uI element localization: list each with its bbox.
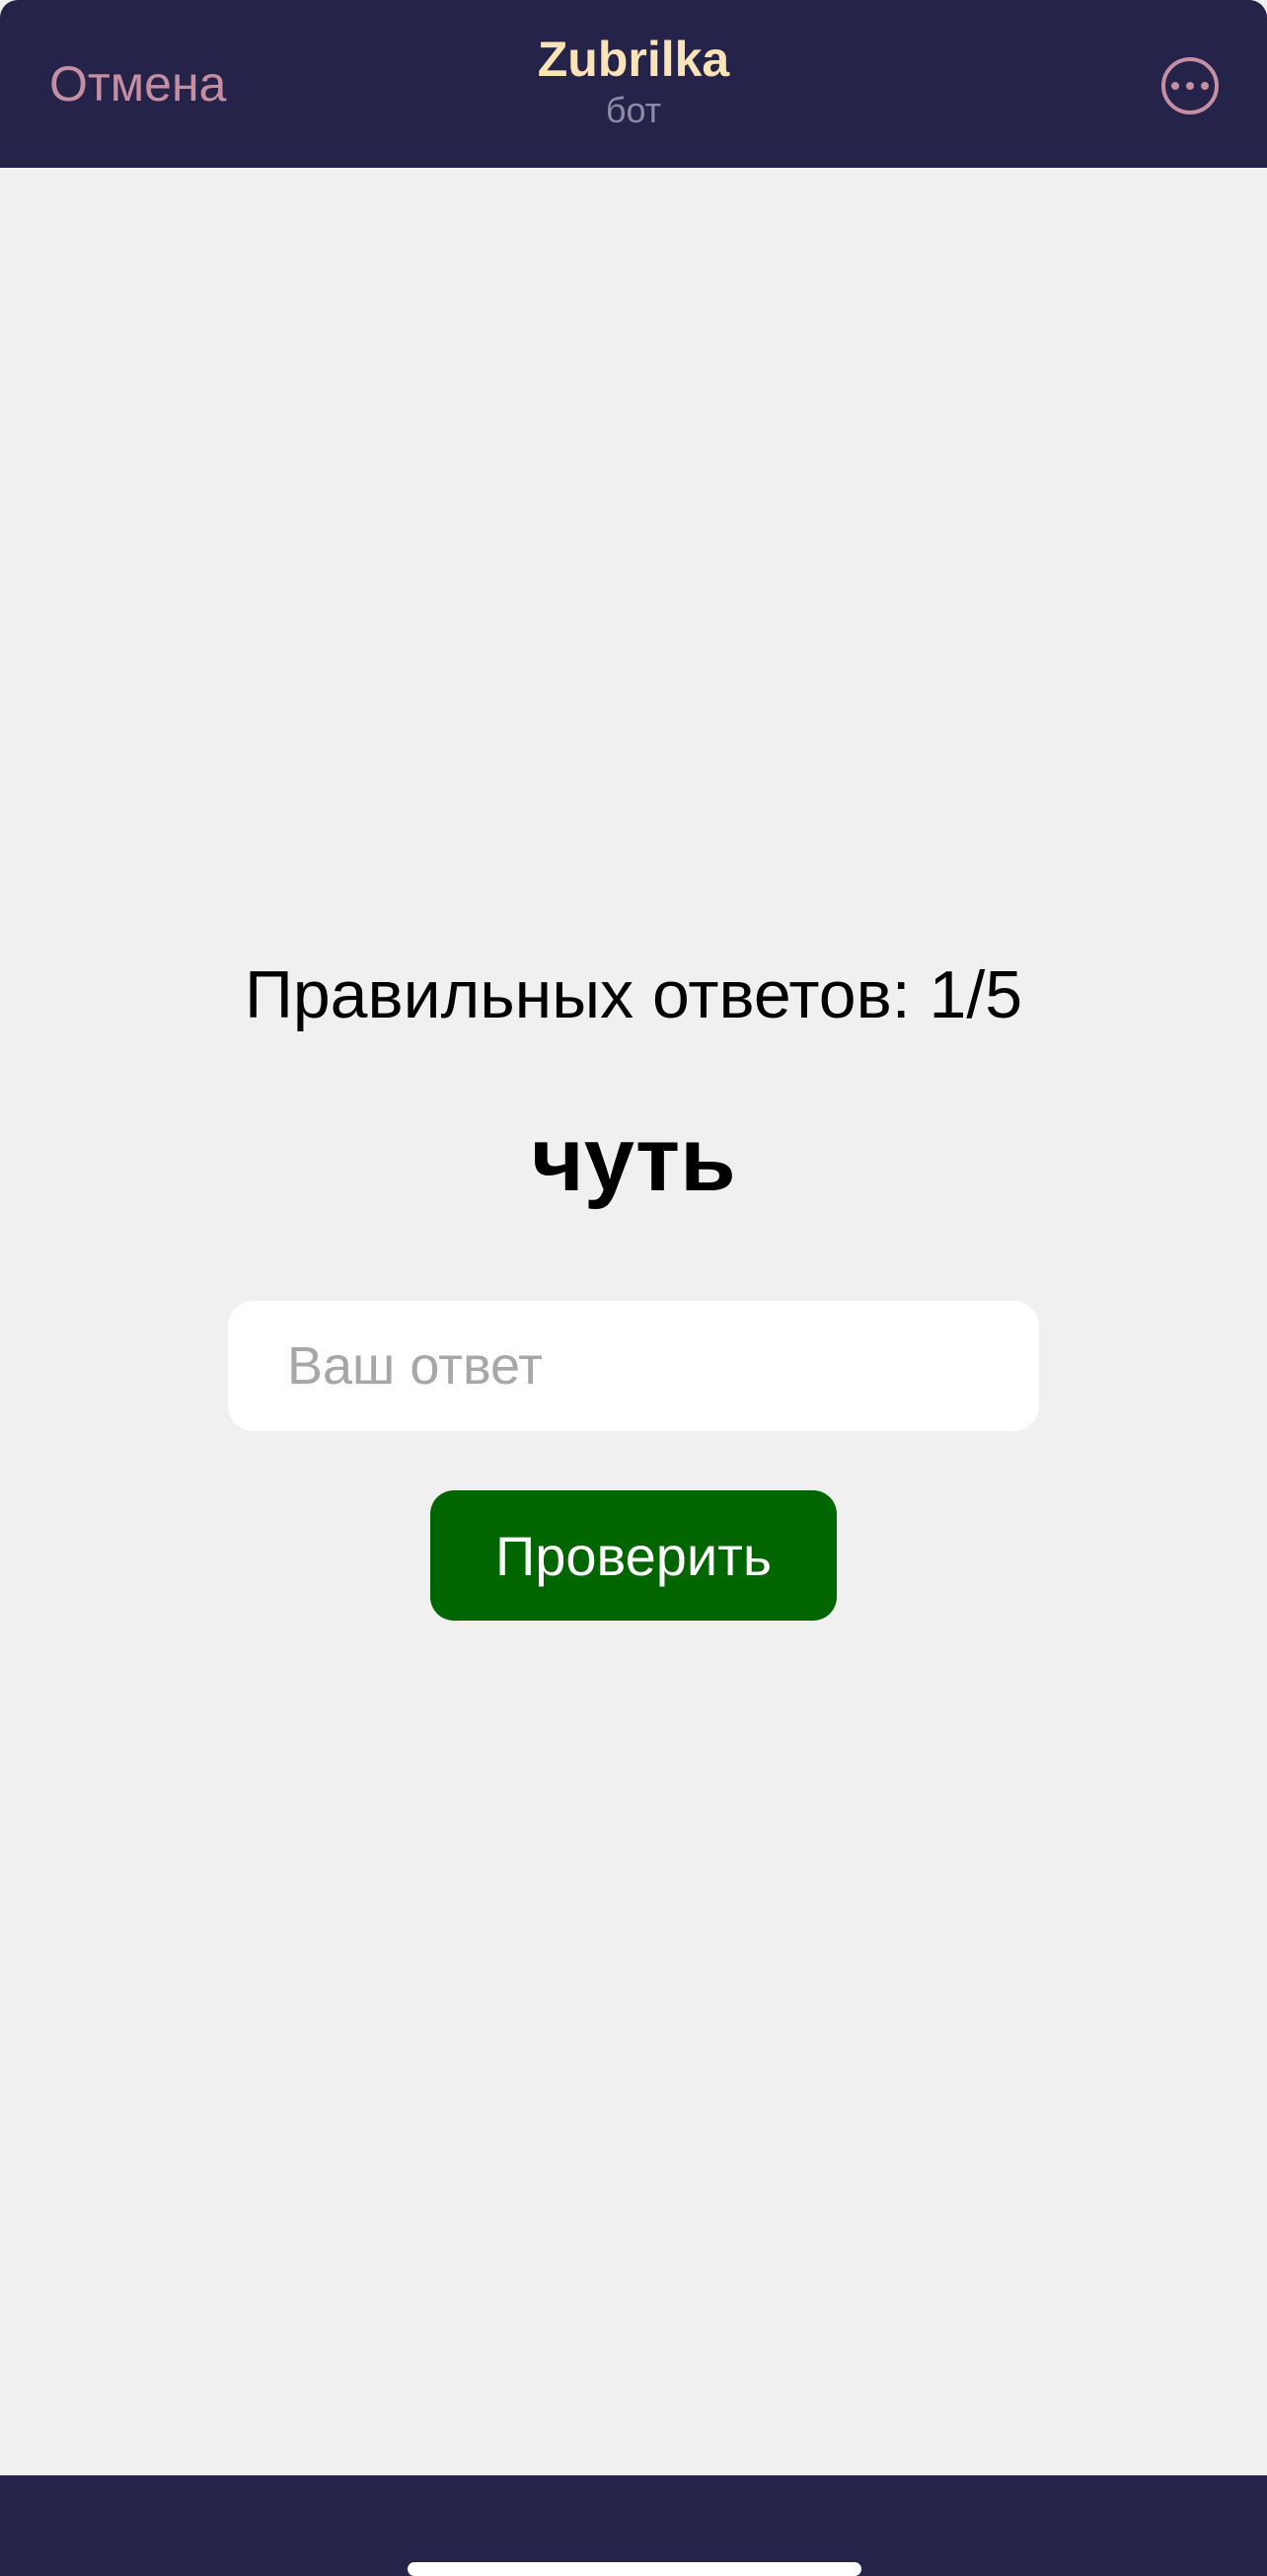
app-header: Отмена Zubrilka бот: [0, 0, 1267, 168]
more-icon[interactable]: [1161, 57, 1219, 114]
more-dot: [1186, 82, 1194, 90]
more-dot: [1201, 82, 1209, 90]
more-dot: [1171, 82, 1179, 90]
title-block: Zubrilka бот: [0, 30, 1267, 132]
bot-subtitle: бот: [605, 90, 662, 130]
quiz-word: чуть: [531, 1109, 736, 1210]
answer-input[interactable]: [228, 1301, 1039, 1431]
check-button[interactable]: Проверить: [430, 1490, 837, 1621]
home-indicator[interactable]: [408, 2562, 861, 2576]
bot-title: Zubrilka: [537, 32, 730, 87]
score-text: Правильных ответов: 1/5: [244, 957, 1023, 1032]
bottom-bar: [0, 2475, 1267, 2576]
